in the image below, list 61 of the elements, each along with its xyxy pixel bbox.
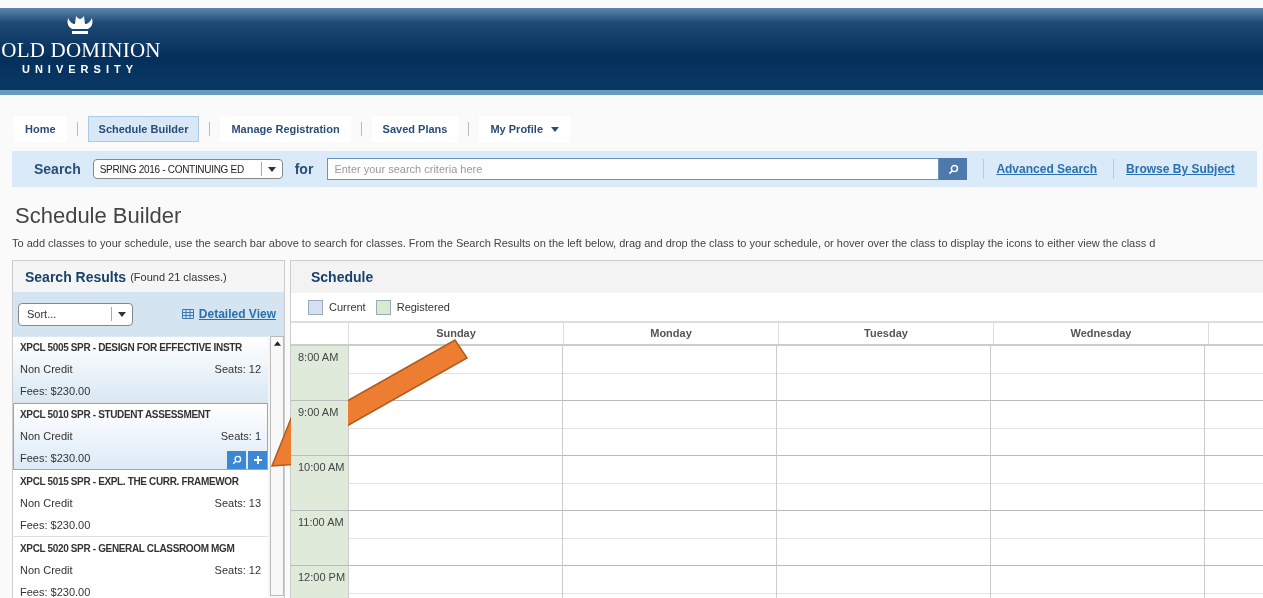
time-cell: 8:00 AM [291, 346, 348, 401]
credit-type: Non Credit [20, 564, 73, 576]
class-title: XPCL 5015 SPR - EXPL. THE CURR. FRAMEWOR [20, 475, 240, 489]
panel-title: Schedule [311, 269, 374, 285]
nav-tab[interactable]: Home [14, 116, 67, 142]
panel-title: Search Results [25, 268, 127, 285]
class-item[interactable]: XPCL 5005 SPR - DESIGN FOR EFFECTIVE INSTR Non Credit Seats: 12 Fees: $230.00 [13, 336, 269, 403]
class-fees: Fees: $230.00 [20, 385, 91, 397]
search-field[interactable]: Enter your search criteria here [327, 158, 940, 180]
term-dropdown[interactable]: SPRING 2016 - CONTINUING ED [92, 159, 283, 179]
class-title: XPCL 5010 SPR - STUDENT ASSESSMENT [20, 408, 212, 422]
nav-tab[interactable]: Schedule Builder [87, 116, 200, 142]
scrollbar[interactable] [270, 336, 284, 596]
class-title: XPCL 5005 SPR - DESIGN FOR EFFECTIVE INSTR [20, 341, 243, 355]
seat-count: Seats: 13 [214, 497, 262, 509]
class-title: XPCL 5020 SPR - GENERAL CLASSROOM MGM [20, 542, 236, 556]
search-link[interactable]: Advanced Search [996, 162, 1098, 176]
credit-type: Non Credit [20, 363, 73, 375]
time-cell: 11:00 AM [291, 511, 348, 566]
time-cell: 10:00 AM [291, 456, 348, 511]
seat-count: Seats: 12 [214, 363, 262, 375]
plus-icon [253, 456, 262, 464]
time-cell: 12:00 PM [291, 566, 348, 598]
class-item[interactable]: XPCL 5020 SPR - GENERAL CLASSROOM MGM Non Credit Seats: 12 Fees: $230.00 [13, 537, 269, 598]
search-label: Search [34, 161, 81, 177]
logo-name: OLD DOMINION [1, 38, 161, 63]
nav-tab[interactable]: Saved Plans [371, 116, 459, 142]
page-description: To add classes to your schedule, use the search bar above to search for classes. From the Search Results on the left below, drag and drop the class to your schedule, or hover over the class to display the icons to either view the class d [12, 237, 1157, 249]
class-item[interactable]: XPCL 5010 SPR - STUDENT ASSESSMENT Non Credit Seats: 1 Fees: $230.00 [13, 403, 269, 470]
caret-icon [118, 311, 126, 317]
credit-type: Non Credit [20, 497, 73, 509]
view-button[interactable] [227, 451, 247, 469]
search-icon [947, 163, 959, 175]
detailed-view-link[interactable]: Detailed View [181, 307, 276, 321]
nav-tab[interactable]: My Profile [479, 116, 570, 142]
grid-icon [181, 309, 194, 319]
legend-label: Current [329, 301, 366, 313]
for-label: for [294, 161, 314, 177]
add-button[interactable] [248, 451, 268, 469]
class-fees: Fees: $230.00 [20, 586, 91, 598]
result-count: (Found 21 classes.) [130, 270, 227, 283]
page-title: Schedule Builder [15, 203, 183, 229]
nav-tab[interactable]: Manage Registration [220, 116, 351, 142]
seat-count: Seats: 12 [214, 564, 262, 576]
caret-icon [267, 166, 276, 172]
time-cell: 9:00 AM [291, 401, 348, 456]
seat-count: Seats: 1 [220, 430, 262, 442]
class-item[interactable]: XPCL 5015 SPR - EXPL. THE CURR. FRAMEWOR Non Credit Seats: 13 Fees: $230.00 [13, 470, 269, 537]
search-link[interactable]: Browse By Subject [1126, 162, 1235, 176]
sort-dropdown[interactable]: Sort... [18, 302, 133, 326]
up-arrow-icon [273, 341, 281, 346]
class-fees: Fees: $230.00 [20, 452, 91, 464]
credit-type: Non Credit [20, 430, 73, 442]
search-button[interactable] [939, 158, 968, 180]
logo-subtitle: UNIVERSITY [22, 63, 138, 75]
day-header: Wednesday [993, 323, 1208, 344]
search-icon [231, 455, 242, 465]
class-fees: Fees: $230.00 [20, 519, 91, 531]
legend-label: Registered [396, 301, 450, 313]
day-header: Tuesday [778, 323, 993, 344]
day-header: Monday [563, 323, 778, 344]
